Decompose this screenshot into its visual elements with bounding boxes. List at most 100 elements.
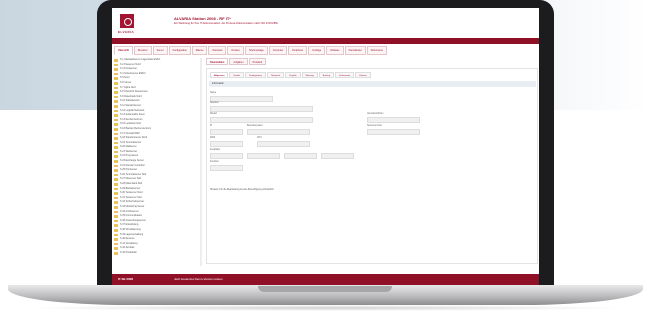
main-tab-10[interactable]: Verträge [308,46,326,55]
serial-field[interactable] [367,129,420,135]
purpose-field[interactable] [210,165,243,171]
detail-panel: Allgemein Details Konfiguration Netzwerk Zug… [206,68,538,264]
tree-item-label: S 43 Produktion [120,250,138,254]
folder-icon [114,219,118,223]
hdd-field-4[interactable] [321,153,354,159]
main-tab-12[interactable]: Dienstleister [344,46,366,55]
footer-version: IT-SE 2008 [118,277,134,281]
name-field[interactable] [210,96,273,102]
owner-label: Verantwortlicher [367,113,384,115]
hdd-field-3[interactable] [284,153,317,159]
folder-icon [114,210,118,214]
main-tab-1[interactable]: Benutzer [134,46,152,55]
folder-icon [114,141,118,145]
model-field[interactable] [210,117,313,123]
folder-icon [114,247,118,250]
subtab-2[interactable]: Protokoll [248,58,266,65]
folder-icon [114,137,118,140]
folder-icon [114,118,118,122]
main-tab-2[interactable]: Server [152,46,168,55]
folder-icon [114,127,118,131]
folder-icon [114,201,118,204]
folder-icon [114,91,118,94]
ram-label: RAM [210,137,216,139]
folder-icon [114,95,118,99]
inner-tab-4[interactable]: Zugriffe [285,72,301,78]
os-label: Betriebssystem [247,125,263,127]
ip-field[interactable] [210,129,243,135]
folder-icon [114,155,118,159]
folder-icon [114,164,118,168]
inner-tab-1[interactable]: Details [229,72,245,78]
laptop-shadow [20,305,631,311]
main-tab-0[interactable]: Übersicht [114,46,134,55]
permission-note: Hinweis: Für die Bearbeitung ist eine Be… [210,189,275,191]
inner-tab-0[interactable]: Allgemein [210,72,229,78]
inner-tab-6[interactable]: Backup [318,72,335,78]
inner-tab-2[interactable]: Konfiguration [245,72,267,78]
main-tab-7[interactable]: Telefonanlage [244,46,268,55]
cpu-field[interactable] [257,141,310,147]
folder-icon [114,160,118,163]
subtab-0[interactable]: Stammdaten [206,58,229,65]
folder-icon [114,233,118,237]
folder-icon [114,114,118,117]
hdd-label: Festplatte [210,149,221,151]
detail-pane: Stammdaten Aufgaben Protokoll Allgemein Det… [206,58,538,266]
folder-icon [114,146,118,149]
hdd-field-1[interactable] [210,153,243,159]
inner-tab-3[interactable]: Netzwerk [267,72,285,78]
app-title: ALVARIA Station 2008 - RF IT* [174,16,231,21]
folder-icon [114,251,118,255]
folder-icon [114,242,118,246]
main-tab-5[interactable]: Netzwerk [208,46,227,55]
folder-icon [114,100,118,103]
tree-item[interactable]: S 43 Produktion [114,251,200,256]
folder-icon [114,228,118,232]
folder-icon [114,215,118,218]
folder-icon [114,169,118,172]
inner-tab-bar: Allgemein Details Konfiguration Netzwerk Zug… [210,72,537,78]
location-field[interactable] [210,106,313,112]
main-tab-8[interactable]: Computer [268,46,288,55]
app-header: ELVARIA ALVARIA Station 2008 - RF IT* Ei… [112,8,539,38]
folder-icon [114,150,118,154]
os-field[interactable] [247,129,310,135]
owner-field[interactable] [367,117,420,123]
folder-icon [114,183,118,186]
inner-tab-8[interactable]: Historie [355,72,371,78]
folder-icon [114,59,118,62]
footer-demo-link[interactable]: Jetzt kostenlos Demo-Version testen [174,277,223,281]
folder-icon [114,178,118,182]
server-tree: S 1 Standardserver Lagerstelle ESKO S 2 F… [114,58,201,266]
name-label: Name [210,92,217,94]
folder-icon [114,173,118,177]
main-tab-6[interactable]: Drucker [227,46,244,55]
inner-tab-5[interactable]: Wartung [301,72,318,78]
main-tab-9[interactable]: Peripherie [288,46,308,55]
app-logo-icon [120,14,134,28]
header-accent-bar [112,38,539,44]
folder-icon [114,192,118,195]
logo-text: ELVARIA [118,30,135,34]
main-tab-13[interactable]: Dokumente [366,46,387,55]
folder-icon [114,68,118,71]
folder-icon [114,132,118,136]
subtab-1[interactable]: Aufgaben [229,58,248,65]
inner-tab-7[interactable]: Dokumente [335,72,355,78]
app-subtitle: Ein Werkzeug für Ihre IT-Dokumentation, … [174,22,278,25]
folder-icon [114,104,118,108]
model-label: Modell [210,113,217,115]
main-tab-4[interactable]: Räume [191,46,208,55]
cpu-label: CPU [257,137,262,139]
ram-field[interactable] [210,141,243,147]
folder-icon [114,238,118,241]
folder-icon [114,86,118,90]
main-tab-11[interactable]: Software [326,46,344,55]
location-label: Standort [210,102,219,104]
app-footer: IT-SE 2008 Jetzt kostenlos Demo-Version … [112,274,539,285]
tree-scrollbar[interactable] [200,58,202,266]
hdd-field-2[interactable] [247,153,280,159]
main-tab-3[interactable]: Konfiguration [168,46,191,55]
folder-icon [114,224,118,227]
